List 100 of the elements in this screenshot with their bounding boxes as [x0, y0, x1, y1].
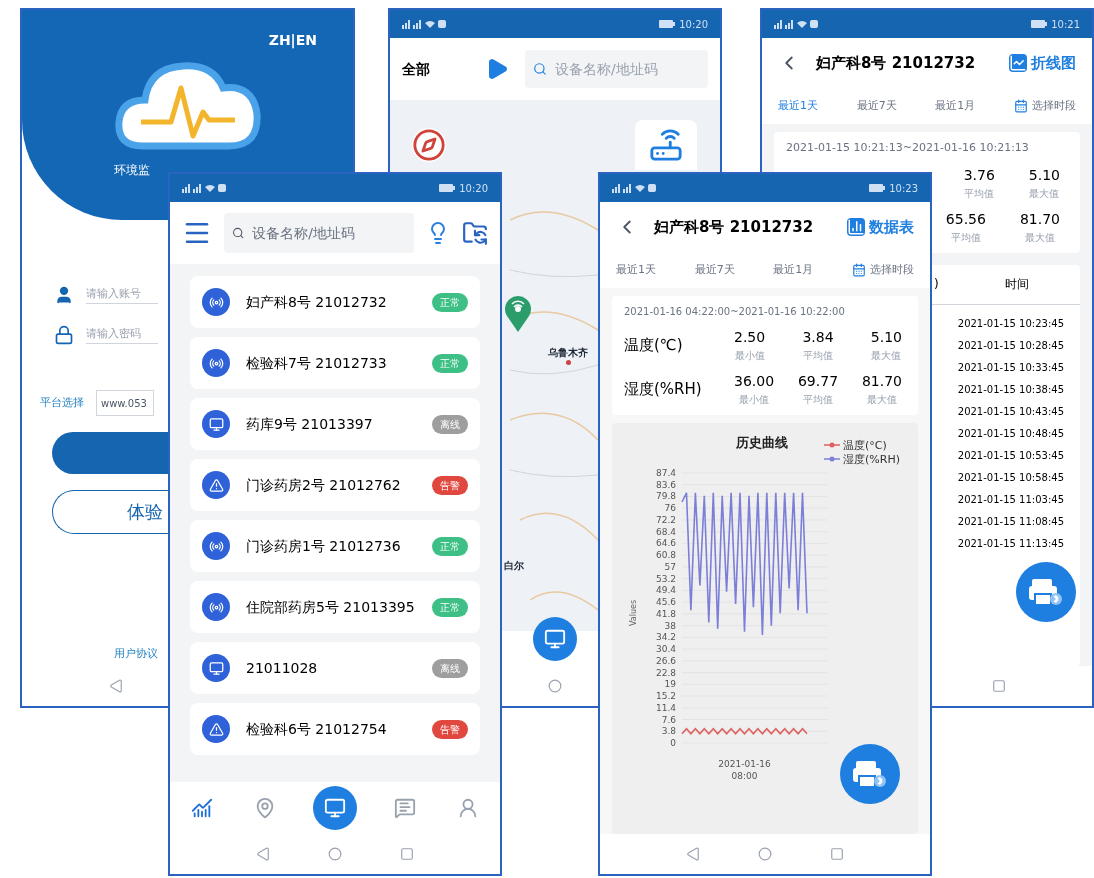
y-tick-label: 3.8: [661, 726, 676, 737]
recent-apps-icon[interactable]: [830, 847, 844, 861]
legend-label: 湿度(%RH): [843, 453, 900, 466]
search-icon: [232, 226, 245, 240]
recent-apps-icon[interactable]: [400, 847, 414, 861]
status-badge: 告警: [432, 475, 468, 495]
date-range: 2021-01-16 04:22:00~2021-01-16 10:22:00: [624, 305, 846, 319]
login-button[interactable]: [52, 432, 168, 474]
language-link[interactable]: ZH|EN: [268, 30, 317, 50]
line-chart-icon: [1009, 54, 1027, 72]
platform-label: 平台选择: [40, 394, 84, 411]
monitor-icon: [324, 797, 346, 819]
stat-value: 2.50: [734, 328, 766, 347]
table-cell-text: 2021-01-15 10:28:45: [957, 338, 1064, 353]
custom-range-button[interactable]: 选择时段: [1013, 97, 1076, 115]
device-row[interactable]: 检验科6号 21012754 告警: [190, 703, 480, 755]
table-cell-text: 2021-01-15 11:13:45: [957, 536, 1064, 551]
device-name: 21011028: [246, 658, 318, 678]
device-name: 门诊药房1号 21012736: [246, 536, 401, 556]
printer-bluetooth-icon: [1029, 577, 1063, 607]
y-tick-label: 38: [664, 620, 676, 631]
device-row[interactable]: 妇产科8号 21012732 正常: [190, 276, 480, 328]
stat-value: 81.70: [861, 372, 902, 391]
range-tab[interactable]: 最近7天: [856, 97, 897, 115]
map-label: 白尔: [504, 559, 524, 573]
signal-icons-drawing: [402, 19, 446, 29]
y-tick-label: 76: [664, 503, 676, 514]
y-tick-label: 68.4: [655, 526, 676, 537]
account-field[interactable]: 请输入账号: [86, 286, 158, 304]
device-name: 门诊药房2号 21012762: [246, 475, 401, 495]
range-tab[interactable]: 最近1月: [935, 97, 976, 115]
search-input[interactable]: 设备名称/地址码: [252, 222, 406, 244]
view-switch-button[interactable]: 折线图: [1009, 51, 1076, 75]
device-type-icon: [202, 532, 230, 560]
device-row[interactable]: 门诊药房1号 21012736 正常: [190, 520, 480, 572]
compass-icon[interactable]: [412, 128, 446, 162]
stat-value: 3.76: [963, 165, 995, 185]
legend-marker: [823, 442, 841, 448]
monitor-button[interactable]: [313, 786, 357, 830]
range-tab[interactable]: 最近1天: [778, 97, 818, 115]
router-icon: [649, 128, 683, 162]
battery-icon: [659, 20, 676, 28]
date-range: 2021-01-15 10:21:13~2021-01-16 10:21:13: [786, 140, 1030, 156]
status-badge: 离线: [432, 658, 468, 678]
column-header: 时间: [1004, 276, 1029, 293]
home-nav-icon[interactable]: [548, 679, 562, 693]
back-nav-icon[interactable]: [256, 847, 270, 861]
monitor-button[interactable]: [533, 617, 577, 661]
home-nav-icon[interactable]: [758, 847, 772, 861]
status-badge: 正常: [432, 536, 468, 556]
home-nav-icon[interactable]: [328, 847, 342, 861]
folder-sync-icon[interactable]: [462, 220, 488, 246]
range-tab[interactable]: 最近1天: [616, 261, 656, 279]
recent-apps-icon[interactable]: [992, 679, 1006, 693]
view-switch-button[interactable]: 数据表: [847, 215, 914, 239]
device-row[interactable]: 药库9号 21013397 离线: [190, 398, 480, 450]
calendar-icon: [1013, 99, 1028, 113]
user-icon: [54, 285, 74, 305]
back-nav-icon[interactable]: [108, 679, 123, 693]
y-tick-label: 19: [664, 679, 676, 690]
stat-value: 81.70: [1019, 209, 1060, 229]
table-cell-text: 2021-01-15 10:38:45: [957, 382, 1064, 397]
stat-value: 36.00: [734, 372, 775, 391]
device-row[interactable]: 门诊药房2号 21012762 告警: [190, 459, 480, 511]
stat-label: 平均值: [803, 349, 833, 363]
range-tab[interactable]: 最近7天: [694, 261, 735, 279]
status-time: 10:20: [459, 181, 488, 196]
stat-label: 最大值: [866, 393, 897, 407]
custom-range-button[interactable]: 选择时段: [851, 261, 914, 279]
password-field[interactable]: 请输入密码: [86, 326, 158, 344]
user-agreement-link[interactable]: 用户协议: [114, 645, 158, 662]
table-cell-text: 2021-01-15 11:03:45: [957, 492, 1064, 507]
search-field[interactable]: 设备名称/地址码: [525, 50, 708, 88]
device-name: 检验科6号 21012754: [246, 719, 387, 739]
y-tick-label: 22.8: [655, 667, 676, 678]
device-row[interactable]: 检验科7号 21012733 正常: [190, 337, 480, 389]
stat-label: 平均值: [950, 230, 981, 245]
search-input[interactable]: 设备名称/地址码: [554, 58, 700, 80]
back-nav-icon[interactable]: [686, 847, 700, 861]
device-name: 检验科7号 21012733: [246, 353, 387, 373]
map-pin-icon[interactable]: [504, 296, 532, 332]
device-row[interactable]: 住院部药房5号 21013395 正常: [190, 581, 480, 633]
printer-bluetooth-icon: [853, 759, 887, 789]
device-card[interactable]: [635, 120, 697, 170]
y-tick-label: 34.2: [655, 632, 676, 643]
device-type-icon: [202, 288, 230, 316]
platform-field[interactable]: www.053: [96, 390, 154, 416]
y-tick-label: 79.8: [655, 491, 676, 502]
message-icon: [393, 797, 416, 819]
range-tab[interactable]: 最近1月: [773, 261, 814, 279]
device-row[interactable]: 21011028 离线: [190, 642, 480, 694]
device-type-icon: [202, 410, 230, 438]
device-name: 住院部药房5号 21013395: [246, 597, 415, 617]
y-tick-label: 53.2: [655, 573, 676, 584]
device-title: 妇产科8号 21012732: [816, 52, 976, 74]
filter-dropdown[interactable]: 全部: [402, 59, 430, 79]
table-cell-text: 2021-01-15 10:48:45: [957, 426, 1064, 441]
search-field[interactable]: 设备名称/地址码: [224, 213, 414, 253]
y-tick-label: 72.2: [655, 514, 676, 525]
y-tick-label: 83.6: [655, 479, 676, 490]
